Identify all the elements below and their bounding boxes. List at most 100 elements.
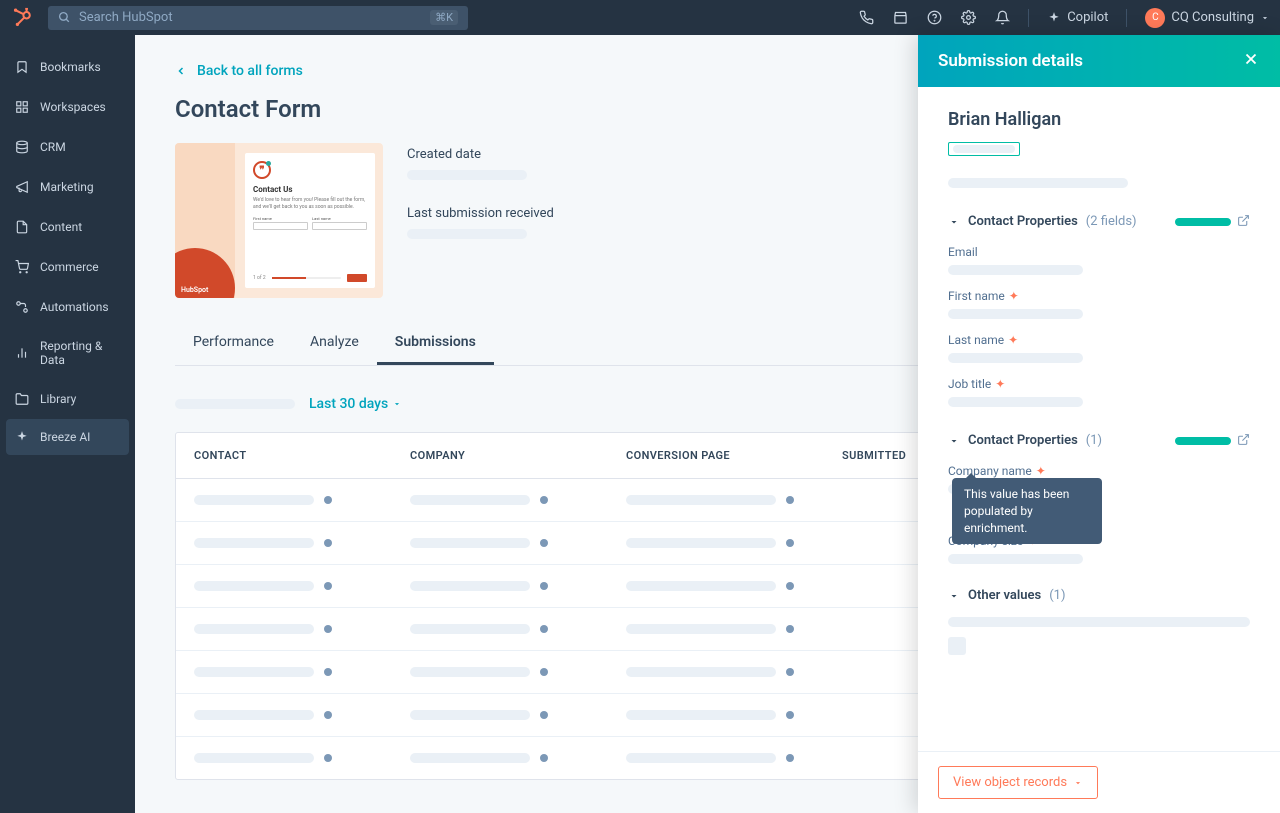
placeholder [948, 309, 1083, 319]
date-filter[interactable]: Last 30 days [309, 396, 402, 412]
preview-logo: HubSpot [181, 286, 208, 294]
form-preview-thumbnail[interactable]: HubSpot ❞ Contact Us We'd love to hear f… [175, 143, 383, 298]
placeholder [175, 399, 295, 409]
sidebar-label: Commerce [40, 260, 99, 274]
field-jobtitle-label: Job title✦ [948, 377, 1250, 391]
sidebar-item-crm[interactable]: CRM [0, 127, 135, 167]
sidebar-item-workspaces[interactable]: Workspaces [0, 87, 135, 127]
sidebar-label: Reporting & Data [40, 339, 121, 367]
help-icon[interactable] [926, 10, 942, 26]
sidebar-label: Library [40, 392, 76, 406]
sidebar-item-commerce[interactable]: Commerce [0, 247, 135, 287]
th-conversion[interactable]: CONVERSION PAGE [626, 449, 842, 462]
avatar: C [1145, 8, 1165, 28]
settings-icon[interactable] [960, 10, 976, 26]
sidebar-label: CRM [40, 140, 66, 154]
quote-icon: ❞ [253, 161, 271, 179]
tab-performance[interactable]: Performance [175, 322, 292, 365]
section-other-values[interactable]: Other values (1) [948, 588, 1250, 603]
copilot-label: Copilot [1067, 10, 1108, 25]
sidebar-item-library[interactable]: Library [0, 379, 135, 419]
field-lastname-label: Last name✦ [948, 333, 1250, 347]
enrichment-tooltip: This value has been populated by enrichm… [952, 478, 1102, 544]
chevron-down-icon [392, 399, 402, 409]
panel-title: Submission details [938, 51, 1083, 71]
placeholder [948, 554, 1083, 564]
close-icon [1242, 50, 1260, 68]
account-menu[interactable]: C CQ Consulting [1145, 8, 1270, 28]
bookmark-icon [14, 59, 30, 75]
th-company[interactable]: COMPANY [410, 449, 626, 462]
chevron-left-icon [175, 65, 187, 77]
created-date-label: Created date [407, 147, 554, 162]
external-link-icon[interactable] [1237, 212, 1250, 231]
placeholder [948, 178, 1128, 188]
chevron-down-icon [1260, 13, 1270, 23]
contact-name: Brian Halligan [948, 109, 1250, 130]
section-contact-properties-2[interactable]: Contact Properties (1) [948, 431, 1250, 450]
marketplace-icon[interactable] [892, 10, 908, 26]
tab-analyze[interactable]: Analyze [292, 322, 377, 365]
search-placeholder: Search HubSpot [79, 10, 173, 25]
sidebar-item-automations[interactable]: Automations [0, 287, 135, 327]
chart-icon [14, 345, 30, 361]
close-button[interactable] [1242, 50, 1260, 72]
progress-pill [1175, 218, 1231, 226]
sidebar-item-reporting[interactable]: Reporting & Data [0, 327, 135, 379]
field-email-label: Email [948, 245, 1250, 259]
account-name: CQ Consulting [1171, 10, 1254, 25]
enriched-value [948, 142, 1020, 156]
enrichment-sparkle-icon: ✦ [1008, 333, 1018, 347]
cart-icon [14, 259, 30, 275]
submission-details-panel: Submission details Brian Halligan Contac… [918, 35, 1280, 813]
chevron-down-icon [1073, 778, 1083, 788]
search-input[interactable]: Search HubSpot ⌘K [48, 6, 468, 30]
sidebar-label: Workspaces [40, 100, 106, 114]
placeholder [407, 229, 527, 239]
preview-text: We'd love to hear from you! Please fill … [253, 197, 367, 210]
sidebar-label: Content [40, 220, 82, 234]
tab-submissions[interactable]: Submissions [377, 322, 494, 365]
section-contact-properties-1[interactable]: Contact Properties (2 fields) [948, 212, 1250, 231]
placeholder [407, 170, 527, 180]
flow-icon [14, 299, 30, 315]
database-icon [14, 139, 30, 155]
grid-icon [14, 99, 30, 115]
folder-icon [14, 391, 30, 407]
topbar: Search HubSpot ⌘K Copilot C CQ Consultin… [0, 0, 1280, 35]
date-filter-label: Last 30 days [309, 396, 388, 412]
placeholder [948, 353, 1083, 363]
th-contact[interactable]: CONTACT [194, 449, 410, 462]
enrichment-sparkle-icon: ✦ [1036, 464, 1046, 478]
last-submission-label: Last submission received [407, 206, 554, 221]
progress-pill [1175, 437, 1231, 445]
hubspot-logo[interactable] [10, 6, 34, 30]
sidebar-item-marketing[interactable]: Marketing [0, 167, 135, 207]
sidebar-item-bookmarks[interactable]: Bookmarks [0, 47, 135, 87]
placeholder [948, 617, 1250, 627]
search-icon [58, 11, 71, 24]
chevron-down-icon [948, 216, 960, 228]
sidebar-item-breeze[interactable]: Breeze AI [6, 419, 129, 455]
notifications-icon[interactable] [994, 10, 1010, 26]
field-firstname-label: First name✦ [948, 289, 1250, 303]
megaphone-icon [14, 179, 30, 195]
sidebar-item-content[interactable]: Content [0, 207, 135, 247]
file-icon [14, 219, 30, 235]
chevron-down-icon [948, 435, 960, 447]
copilot-button[interactable]: Copilot [1047, 10, 1108, 25]
back-link-label: Back to all forms [197, 63, 303, 79]
sidebar-label: Bookmarks [40, 60, 101, 74]
preview-title: Contact Us [253, 185, 367, 194]
placeholder [948, 397, 1083, 407]
sidebar-label: Automations [40, 300, 109, 314]
phone-icon[interactable] [858, 10, 874, 26]
chevron-down-icon [948, 590, 960, 602]
view-object-records-button[interactable]: View object records [938, 766, 1098, 799]
enrichment-sparkle-icon: ✦ [1009, 289, 1019, 303]
sparkle-icon [1047, 11, 1061, 25]
enrichment-sparkle-icon: ✦ [995, 377, 1005, 391]
placeholder [948, 637, 966, 655]
external-link-icon[interactable] [1237, 431, 1250, 450]
sidebar-label: Marketing [40, 180, 94, 194]
